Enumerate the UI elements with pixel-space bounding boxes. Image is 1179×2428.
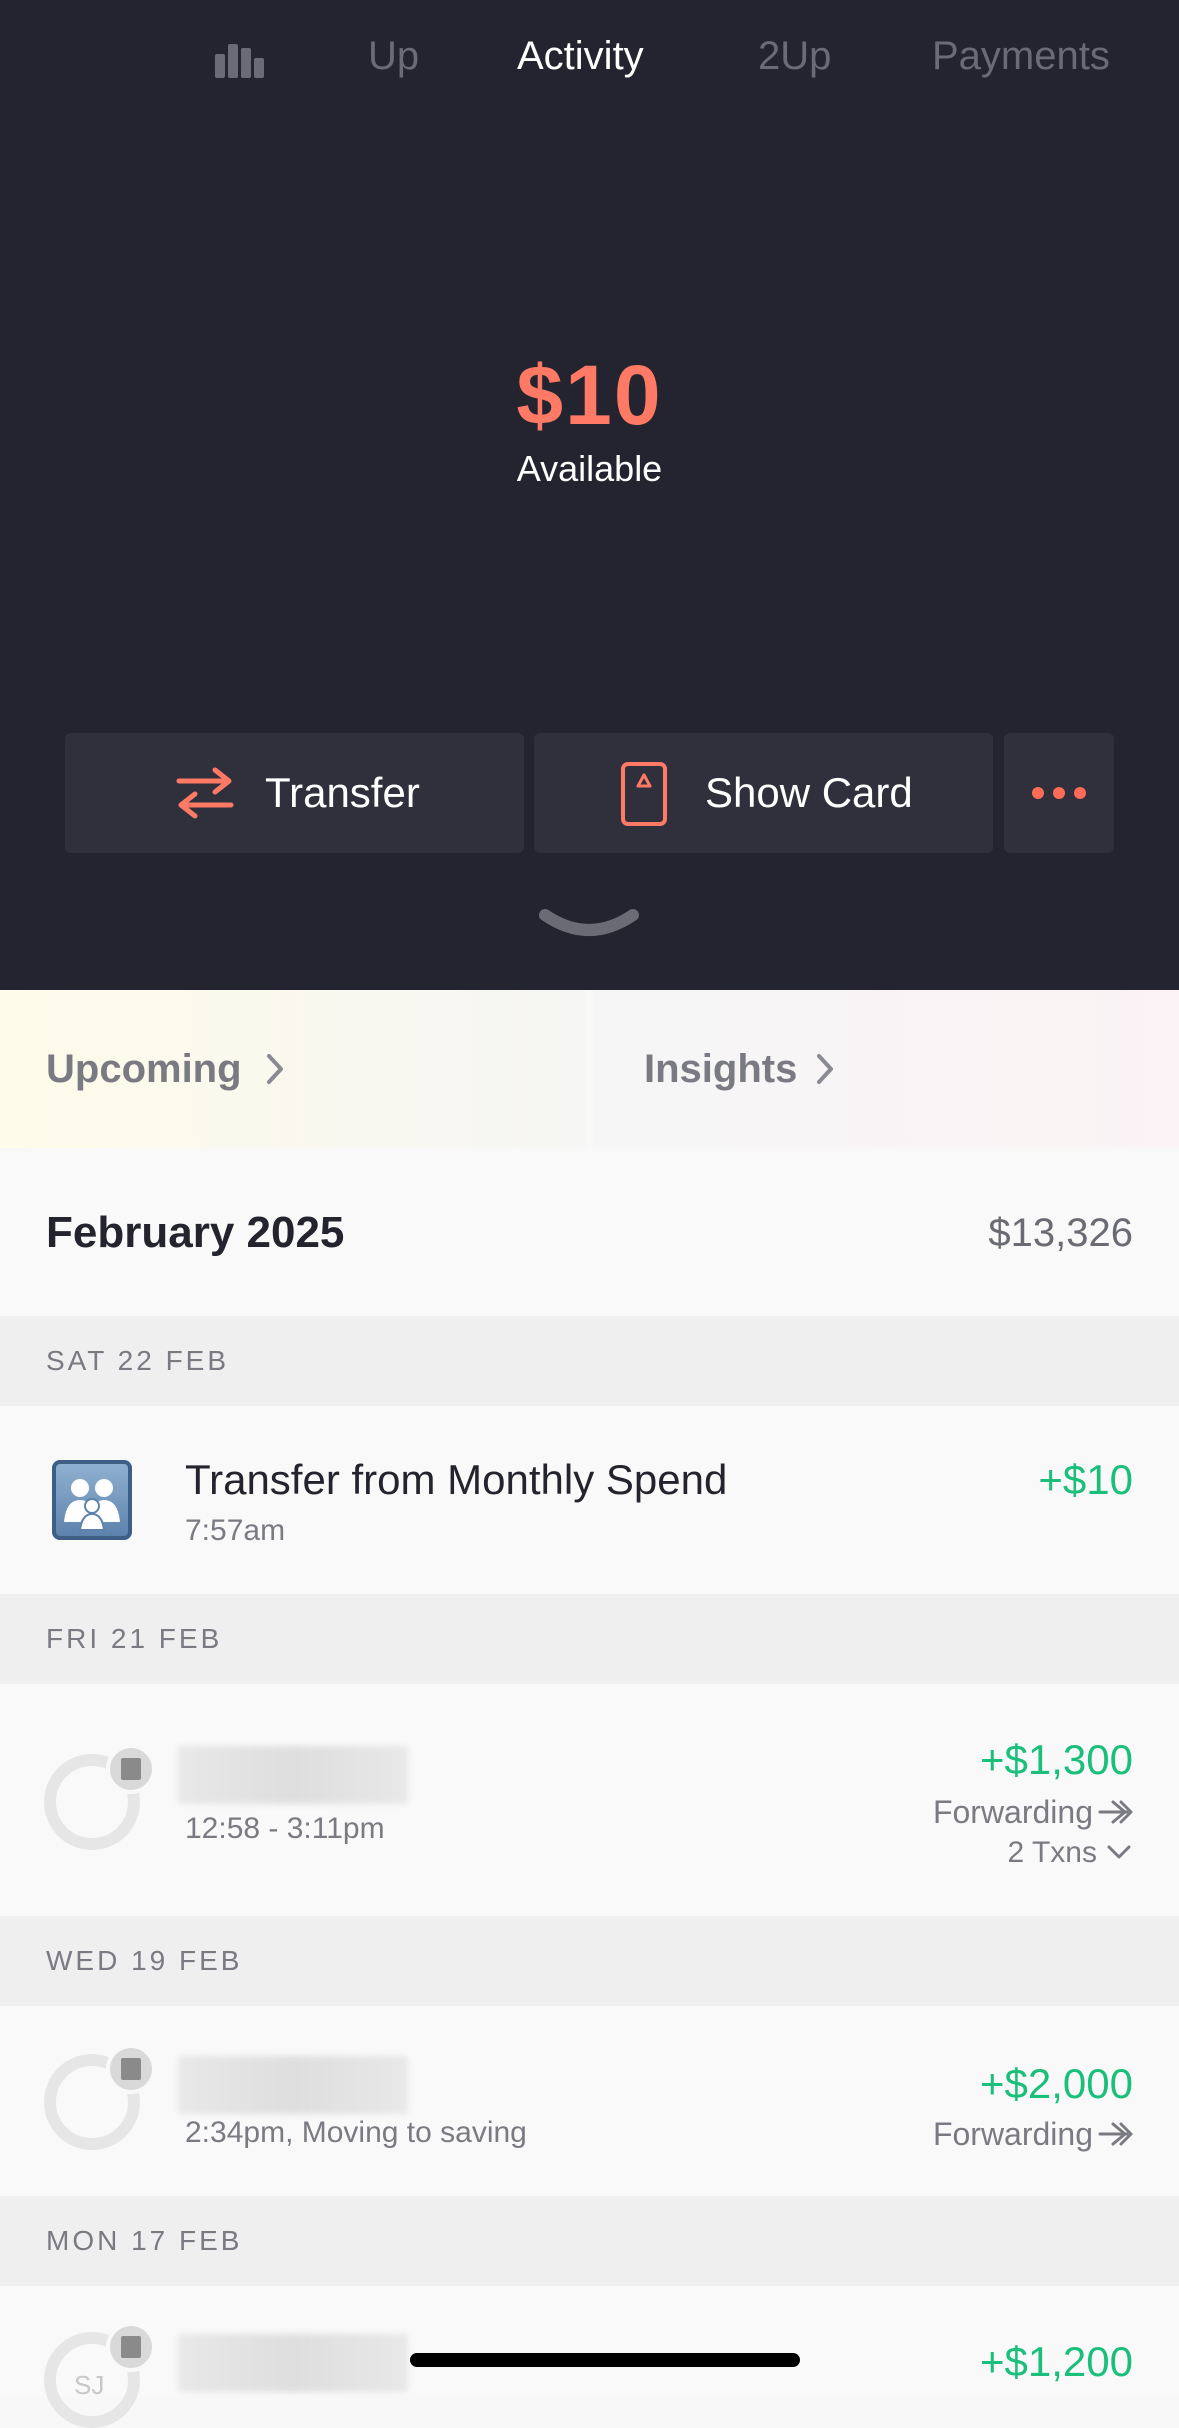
balance-label: Available [516,448,663,489]
forward-arrow-icon [1098,2122,1133,2146]
transaction-row[interactable]: Transfer from Monthly Spend 7:57am +$10 [0,1406,1179,1594]
show-card-button[interactable]: Show Card [534,733,993,853]
day-header: WED 19 FEB [0,1916,1179,2006]
day-label: MON 17 FEB [46,2225,243,2256]
bank-icon [106,1744,156,1794]
transaction-count[interactable]: 2 Txns [1008,1836,1098,1870]
account-header: Up Activity 2Up Payments $10 Available T… [0,0,1179,990]
redacted-name [178,2056,408,2114]
forwarding-status: Forwarding [932,1794,1093,1830]
transaction-description: 2:34pm, Moving to saving [185,2116,527,2149]
month-label: February 2025 [46,1208,345,1257]
redacted-name [178,2334,408,2392]
tab-2up[interactable]: 2Up [758,28,831,84]
transfer-label: Transfer [265,769,420,816]
chevron-down-icon [1107,1845,1131,1859]
more-icon [1032,787,1086,799]
transfer-icon [176,767,234,819]
transaction-amount: +$10 [1038,1456,1133,1503]
transaction-time: 7:57am [185,1514,286,1547]
home-indicator[interactable] [410,2353,800,2367]
transaction-row[interactable]: 12:58 - 3:11pm +$1,300 Forwarding 2 Txns [0,1684,1179,1916]
stats-icon[interactable] [215,38,275,78]
bank-icon [106,2322,156,2372]
day-header: FRI 21 FEB [0,1594,1179,1684]
transaction-amount: +$2,000 [980,2060,1133,2107]
transfer-button[interactable]: Transfer [65,733,524,853]
chevron-right-icon [267,1054,283,1084]
insights-card[interactable]: Insights [593,990,1179,1148]
transaction-row[interactable]: SJ +$1,200 [0,2286,1179,2428]
day-header: SAT 22 FEB [0,1316,1179,1406]
day-header: MON 17 FEB [0,2196,1179,2286]
upcoming-label: Upcoming [46,1047,242,1091]
transaction-title: Transfer from Monthly Spend [185,1456,728,1503]
card-icon [621,762,667,826]
transaction-amount: +$1,300 [980,1736,1133,1783]
more-button[interactable] [1004,733,1114,853]
chevron-down-icon[interactable] [539,905,639,945]
forward-arrow-icon [1098,1800,1133,1824]
tab-payments[interactable]: Payments [932,28,1110,84]
tab-up[interactable]: Up [368,28,419,84]
show-card-label: Show Card [705,769,913,816]
balance-amount: $10 [516,348,663,442]
top-nav: Up Activity 2Up Payments [0,28,1179,84]
transaction-row[interactable]: 2:34pm, Moving to saving +$2,000 Forward… [0,2006,1179,2196]
merchant-initials: SJ [74,2370,105,2400]
summary-cards: Upcoming Insights [0,990,1179,1148]
bank-icon [106,2044,156,2094]
month-header: February 2025 $13,326 [0,1150,1179,1316]
day-label: SAT 22 FEB [46,1345,230,1376]
family-icon [52,1460,132,1540]
month-total: $13,326 [988,1211,1133,1255]
day-label: FRI 21 FEB [46,1623,223,1654]
redacted-name [178,1746,408,1804]
forwarding-status: Forwarding [932,2116,1093,2152]
transaction-amount: +$1,200 [980,2338,1133,2385]
tab-activity[interactable]: Activity [517,28,644,84]
day-label: WED 19 FEB [46,1945,243,1976]
upcoming-card[interactable]: Upcoming [0,990,586,1148]
transaction-time: 12:58 - 3:11pm [185,1812,385,1845]
insights-label: Insights [644,1047,798,1091]
chevron-right-icon [817,1054,833,1084]
